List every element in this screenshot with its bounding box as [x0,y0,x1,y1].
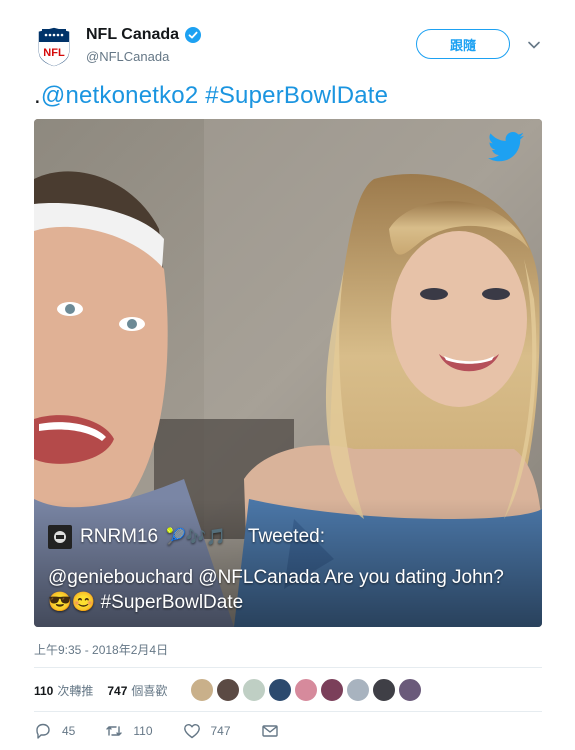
tweet-header: NFL NFL Canada @NFLCanada 跟隨 [0,0,575,80]
heart-icon [183,724,200,739]
liker-avatar[interactable] [320,678,344,702]
account-name[interactable]: NFL Canada [86,26,179,44]
chevron-down-icon[interactable] [527,38,541,52]
verified-badge-icon [185,27,202,43]
tweet-video[interactable]: RNRM16 🎾🎶🎵 Tweeted: @geniebouchard @NFLC… [34,119,542,627]
caption-tweeted-label: Tweeted: [247,526,325,547]
retweet-count: 110 [133,724,153,738]
follow-button[interactable]: 跟隨 [416,29,510,59]
account-handle[interactable]: @NFLCanada [86,49,169,64]
caption-avatar-icon [54,531,66,543]
liker-avatar[interactable] [346,678,370,702]
caption-text: @geniebouchard @NFLCanada Are you dating… [48,567,504,613]
video-caption-overlay: RNRM16 🎾🎶🎵 Tweeted: @geniebouchard @NFLC… [34,517,542,627]
liker-avatar[interactable] [190,678,214,702]
retweet-button[interactable]: 110 [105,722,153,740]
divider [34,711,542,712]
retweets-stat[interactable]: 110 次轉推 [34,682,93,699]
like-button[interactable]: 747 [183,722,231,740]
caption-username: RNRM16 [80,526,159,547]
tweet-mention-link[interactable]: @netkonetko2 [41,82,199,109]
account-name-row[interactable]: NFL Canada [86,26,202,44]
reply-icon [36,723,50,739]
tweet-timestamp[interactable]: 上午9:35 - 2018年2月4日 [34,641,168,658]
retweet-icon [106,726,123,736]
svg-text:NFL: NFL [43,47,65,59]
liker-avatar[interactable] [398,678,422,702]
liker-avatar[interactable] [216,678,240,702]
tweet-text: .@netkonetko2 #SuperBowlDate [34,82,388,110]
twitter-bird-icon [488,132,524,162]
likes-count: 747 [107,683,128,698]
reply-count: 45 [62,724,76,738]
tweet-stats: 110 次轉推 747 個喜歡 [34,680,181,700]
tweet-actions: 45 110 747 [34,722,309,740]
liker-avatar[interactable] [242,678,266,702]
caption-user-row: RNRM16 🎾🎶🎵 Tweeted: [48,525,325,549]
tweet-hashtag-link[interactable]: #SuperBowlDate [205,82,388,109]
tweet-prefix: . [34,82,41,109]
likers-avatars [190,678,422,702]
liker-avatar[interactable] [268,678,292,702]
liker-avatar[interactable] [372,678,396,702]
envelope-icon [261,725,278,737]
caption-avatar [48,525,72,549]
likes-label: 個喜歡 [131,683,168,698]
likes-stat[interactable]: 747 個喜歡 [107,682,167,699]
retweets-count: 110 [34,683,54,698]
like-count: 747 [210,724,231,738]
liker-avatar[interactable] [294,678,318,702]
nfl-logo[interactable]: NFL [36,26,72,68]
caption-emoji: 🎾🎶🎵 [166,529,226,546]
direct-message-button[interactable] [261,722,279,740]
divider [34,667,542,668]
retweets-label: 次轉推 [57,683,94,698]
reply-button[interactable]: 45 [34,722,75,740]
